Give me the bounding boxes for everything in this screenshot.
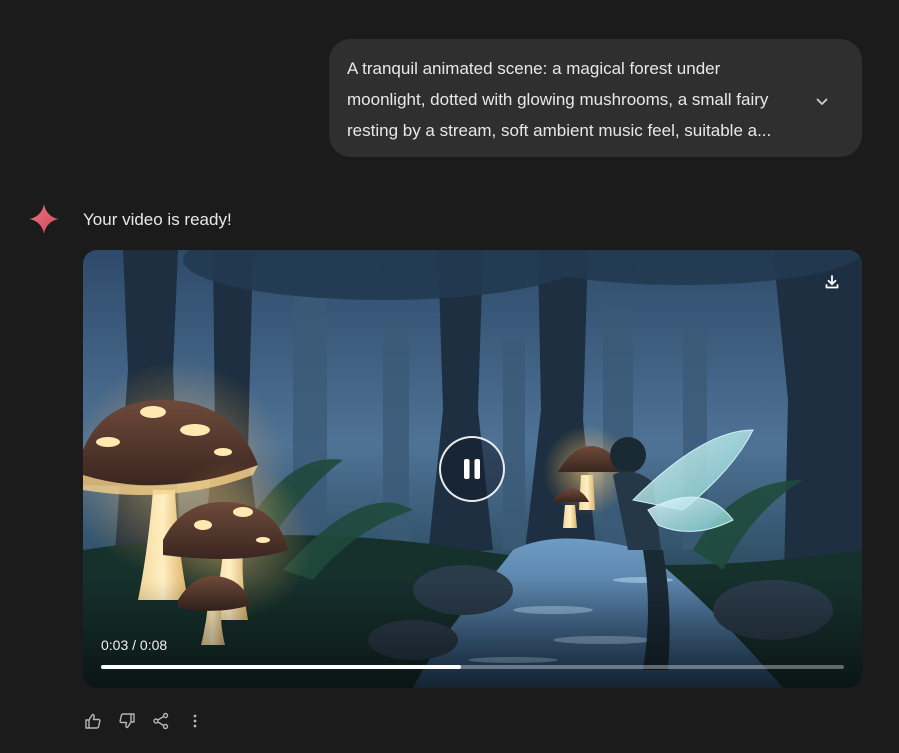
expand-prompt-button[interactable] <box>810 90 834 114</box>
thumbs-up-button[interactable] <box>83 710 103 732</box>
user-prompt-bubble: A tranquil animated scene: a magical for… <box>329 39 862 157</box>
share-button[interactable] <box>151 710 171 732</box>
time-separator: / <box>128 637 140 653</box>
chevron-down-icon <box>816 98 828 105</box>
progress-bar[interactable] <box>101 665 844 669</box>
share-icon <box>153 712 169 730</box>
chat-page: A tranquil animated scene: a magical for… <box>0 0 899 753</box>
progress-fill <box>101 665 462 669</box>
pause-icon <box>464 459 480 479</box>
gemini-sparkle-icon <box>29 204 59 234</box>
download-icon <box>825 275 839 289</box>
thumbs-up-icon <box>85 713 101 729</box>
pause-button[interactable] <box>439 436 505 502</box>
download-button[interactable] <box>820 270 844 294</box>
thumbs-down-button[interactable] <box>117 710 137 732</box>
more-vert-icon <box>193 714 197 728</box>
duration: 0:08 <box>139 637 168 653</box>
user-prompt-text: A tranquil animated scene: a magical for… <box>347 59 772 140</box>
more-options-button[interactable] <box>185 710 205 732</box>
current-time: 0:03 <box>101 637 129 653</box>
video-time: 0:03 / 0:08 <box>101 637 167 653</box>
video-player[interactable]: 0:03 / 0:08 <box>83 250 862 688</box>
response-message: Your video is ready! <box>83 210 232 229</box>
response-actions <box>83 710 205 732</box>
thumbs-down-icon <box>119 713 135 729</box>
